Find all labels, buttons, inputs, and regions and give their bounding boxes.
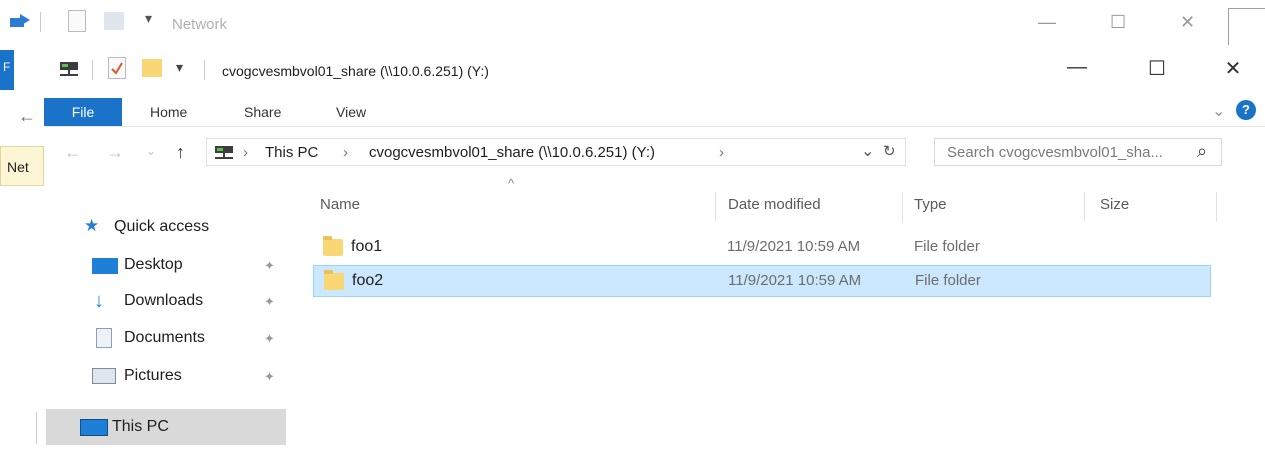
nav-item-pictures-label: Pictures: [124, 367, 182, 384]
background-window-titlebar: ▾ Network — ☐ ✕: [0, 0, 1265, 44]
background-window-edge: [1228, 8, 1265, 45]
breadcrumb-separator[interactable]: ›: [243, 144, 248, 161]
file-date-modified: 11/9/2021 10:59 AM: [728, 272, 862, 289]
ribbon-tabs: File Home Share View ⌄ ?: [44, 98, 1265, 127]
background-window-title: Network: [172, 16, 228, 33]
column-header-type[interactable]: Type: [914, 196, 947, 213]
file-type: File folder: [914, 238, 980, 255]
bg-maximize-button[interactable]: ☐: [1110, 12, 1126, 33]
pictures-icon: [92, 368, 116, 384]
nav-quick-access[interactable]: ★ Quick access: [76, 210, 286, 244]
nav-item-this-pc-label: This PC: [112, 418, 169, 435]
bg-back-icon[interactable]: ←: [18, 106, 36, 127]
bg-divider: [36, 412, 37, 444]
new-folder-icon[interactable]: [104, 12, 124, 30]
forward-button[interactable]: →: [106, 142, 124, 163]
bg-close-button[interactable]: ✕: [1180, 12, 1195, 33]
breadcrumb-this-pc[interactable]: This PC: [265, 144, 318, 161]
column-divider[interactable]: [1084, 192, 1085, 222]
toolbar-separator: [40, 12, 41, 32]
bg-nav-network[interactable]: Net: [0, 146, 44, 186]
column-divider[interactable]: [1216, 192, 1217, 222]
star-icon: ★: [84, 216, 100, 235]
refresh-icon[interactable]: ↻: [883, 142, 896, 160]
column-header-name[interactable]: Name: [320, 196, 360, 213]
properties-icon[interactable]: [68, 10, 86, 32]
breadcrumb-separator[interactable]: ›: [719, 144, 724, 161]
recent-locations-button[interactable]: ⌄: [146, 144, 156, 158]
breadcrumb-share[interactable]: cvogcvesmbvol01_share (\\10.0.6.251) (Y:…: [369, 144, 655, 161]
column-divider[interactable]: [715, 192, 716, 222]
search-input[interactable]: Search cvogcvesmbvol01_sha...: [947, 144, 1163, 161]
nav-item-documents[interactable]: Documents ✦: [76, 321, 286, 355]
search-icon[interactable]: ⌕: [1197, 141, 1207, 162]
documents-icon: [96, 328, 112, 348]
help-icon[interactable]: ?: [1236, 100, 1256, 120]
bg-file-tab[interactable]: F: [0, 50, 14, 90]
downloads-icon: ↓: [94, 290, 104, 312]
maximize-button[interactable]: ☐: [1142, 56, 1172, 81]
pin-icon[interactable]: ✦: [264, 258, 275, 274]
toolbar-separator: [92, 60, 93, 80]
pin-icon[interactable]: ✦: [264, 369, 275, 385]
file-name: foo1: [351, 238, 383, 255]
up-button[interactable]: ↑: [176, 142, 185, 163]
sort-indicator-icon: ^: [508, 176, 515, 191]
window-title: cvogcvesmbvol01_share (\\10.0.6.251) (Y:…: [222, 63, 489, 79]
quick-access-arrow-icon[interactable]: [10, 12, 32, 30]
nav-quick-access-label: Quick access: [114, 218, 210, 235]
pin-icon[interactable]: ✦: [264, 331, 275, 347]
nav-item-documents-label: Documents: [124, 329, 205, 346]
toolbar-separator: [204, 60, 205, 80]
nav-item-downloads-label: Downloads: [124, 292, 204, 309]
nav-item-desktop[interactable]: Desktop ✦: [76, 248, 286, 282]
network-drive-icon: [213, 145, 235, 161]
tab-share[interactable]: Share: [244, 104, 281, 120]
breadcrumb-separator[interactable]: ›: [343, 144, 348, 161]
close-button[interactable]: ✕: [1218, 56, 1248, 81]
folder-icon: [323, 236, 343, 256]
ribbon-collapse-icon[interactable]: ⌄: [1212, 101, 1225, 121]
folder-icon: [324, 270, 344, 290]
nav-item-downloads[interactable]: ↓ Downloads ✦: [76, 284, 286, 318]
new-folder-icon[interactable]: [142, 59, 162, 77]
computer-icon: [80, 419, 108, 436]
nav-item-pictures[interactable]: Pictures ✦: [76, 359, 286, 393]
navigation-bar: ← → ⌄ ↑ › This PC › cvogcvesmbvol01_shar…: [46, 136, 1265, 172]
bg-minimize-button[interactable]: —: [1038, 12, 1056, 33]
column-header-date-modified[interactable]: Date modified: [728, 196, 821, 213]
tab-view[interactable]: View: [336, 104, 366, 120]
minimize-button[interactable]: —: [1062, 56, 1092, 79]
address-bar[interactable]: › This PC › cvogcvesmbvol01_share (\\10.…: [206, 138, 906, 166]
file-row[interactable]: foo2 11/9/2021 10:59 AM File folder: [313, 265, 1211, 297]
file-row[interactable]: foo1 11/9/2021 10:59 AM File folder: [313, 232, 1211, 264]
column-header-size[interactable]: Size: [1100, 196, 1129, 213]
network-drive-icon[interactable]: [58, 60, 80, 78]
properties-icon[interactable]: [108, 57, 126, 79]
customize-toolbar-icon[interactable]: ▾: [145, 10, 152, 27]
tab-file[interactable]: File: [44, 98, 122, 126]
file-date-modified: 11/9/2021 10:59 AM: [727, 238, 861, 255]
explorer-window: ▾ cvogcvesmbvol01_share (\\10.0.6.251) (…: [44, 46, 1265, 458]
search-box[interactable]: Search cvogcvesmbvol01_sha... ⌕: [934, 138, 1222, 166]
nav-item-desktop-label: Desktop: [124, 256, 183, 273]
titlebar: ▾ cvogcvesmbvol01_share (\\10.0.6.251) (…: [46, 46, 1265, 90]
customize-toolbar-icon[interactable]: ▾: [176, 59, 183, 76]
file-name: foo2: [352, 272, 384, 289]
column-divider[interactable]: [902, 192, 903, 222]
nav-item-this-pc[interactable]: This PC: [46, 409, 286, 445]
back-button[interactable]: ←: [64, 142, 82, 163]
tab-home[interactable]: Home: [150, 104, 187, 120]
file-type: File folder: [915, 272, 981, 289]
bg-nav-network-label: Net: [7, 159, 29, 175]
pin-icon[interactable]: ✦: [264, 294, 275, 310]
bg-file-tab-label: F: [3, 60, 11, 74]
address-dropdown-icon[interactable]: ⌄: [861, 141, 874, 161]
desktop-icon: [92, 258, 118, 274]
